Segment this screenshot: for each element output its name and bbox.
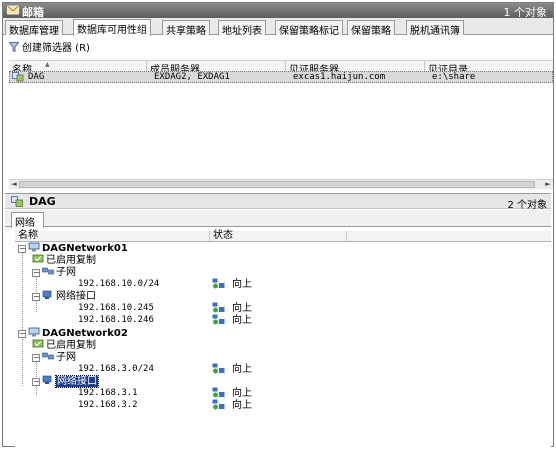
status-cell: 向上 — [212, 387, 252, 399]
status-cell: 向上 — [212, 302, 252, 314]
replication-icon — [32, 254, 44, 263]
tab-address-lists[interactable]: 地址列表 — [218, 20, 266, 37]
tree-node-label: 已启用复制 — [46, 340, 96, 351]
status-label: 向上 — [232, 315, 252, 326]
create-filter-button[interactable]: 创建筛选器 (R) — [9, 39, 90, 54]
details-pane-header: DAG 2 个对象 — [5, 193, 551, 211]
tab-sharing-policies[interactable]: 共享策略 — [162, 20, 210, 37]
tree-node-network-interfaces[interactable]: − 网络接口 — [32, 290, 96, 302]
tree-node-subnet[interactable]: − 子网 — [32, 351, 76, 363]
collapse-toggle-icon[interactable]: − — [32, 293, 40, 301]
tree-connector — [22, 334, 23, 386]
tab-database-management[interactable]: 数据库管理 — [5, 20, 63, 37]
status-label: 向上 — [232, 303, 252, 314]
network-interface-icon — [42, 375, 52, 384]
network-status-up-icon — [212, 387, 225, 398]
subnet-icon — [42, 352, 54, 360]
title-bar: 邮箱 1 个对象 — [3, 3, 553, 19]
network-status-up-icon — [212, 399, 225, 410]
network-status-up-icon — [212, 363, 225, 374]
dag-icon — [12, 72, 24, 82]
tree-node-label-selected: 网络接口 — [55, 375, 99, 388]
tree-node-replication-enabled[interactable]: 已启用复制 — [32, 339, 96, 351]
tab-retention-policy-tags[interactable]: 保留策略标记 — [275, 20, 343, 37]
tree-node-network-interfaces[interactable]: − 网络接口 — [32, 375, 99, 388]
collapse-toggle-icon[interactable]: − — [32, 354, 40, 362]
witness-server-cell: excas1.haijun.com — [293, 72, 386, 82]
network-interface-icon — [42, 290, 52, 299]
status-label: 向上 — [232, 388, 252, 399]
network-tree-header: 名称 状态 — [15, 231, 551, 242]
column-header-status[interactable]: 状态 — [210, 231, 347, 241]
tree-node-interface-address[interactable]: 192.168.10.246 — [78, 314, 154, 326]
dag-name-cell: DAG — [28, 72, 45, 82]
tree-node-subnet-address[interactable]: 192.168.3.0/24 — [78, 363, 154, 375]
collapse-toggle-icon[interactable]: − — [18, 330, 26, 338]
tree-node-label: DAGNetwork01 — [42, 243, 128, 254]
column-header-empty — [347, 231, 551, 241]
tab-strip: 数据库管理 数据库可用性组 共享策略 地址列表 保留策略标记 保留策略 脱机通讯… — [3, 18, 553, 37]
status-cell: 向上 — [212, 314, 252, 326]
tree-node-dagnetwork02[interactable]: − DAGNetwork02 — [18, 327, 128, 339]
tree-node-interface-address[interactable]: 192.168.3.1 — [78, 387, 138, 399]
scroll-right-icon[interactable]: ► — [543, 180, 553, 189]
sort-ascending-icon: ▲ — [45, 61, 50, 68]
tab-retention-policies[interactable]: 保留策略 — [347, 20, 395, 37]
column-header-tree-name[interactable]: 名称 — [15, 231, 210, 241]
network-status-up-icon — [212, 314, 225, 325]
replication-icon — [32, 339, 44, 348]
tree-connector — [22, 250, 23, 334]
status-label: 向上 — [232, 400, 252, 411]
tree-node-interface-address[interactable]: 192.168.10.245 — [78, 302, 154, 314]
tree-node-label: 网络接口 — [56, 291, 96, 302]
create-filter-label: 创建筛选器 (R) — [22, 43, 90, 54]
status-cell: 向上 — [212, 399, 252, 411]
tree-node-label: DAGNetwork02 — [42, 328, 128, 339]
collapse-toggle-icon[interactable]: − — [32, 378, 40, 386]
tree-node-label: 子网 — [56, 352, 76, 363]
witness-dir-cell: e:\share — [432, 72, 476, 82]
tree-node-replication-enabled[interactable]: 已启用复制 — [32, 254, 96, 266]
dag-icon — [11, 196, 23, 207]
tree-node-dagnetwork01[interactable]: − DAGNetwork01 — [18, 242, 128, 254]
tree-node-label: 已启用复制 — [46, 255, 96, 266]
members-cell: EXDAG2, EXDAG1 — [154, 72, 230, 82]
tab-database-availability-group[interactable]: 数据库可用性组 — [73, 19, 151, 36]
tree-node-subnet[interactable]: − 子网 — [32, 266, 76, 278]
table-row[interactable]: DAG EXDAG2, EXDAG1 excas1.haijun.com e:\… — [9, 71, 553, 83]
tab-network[interactable]: 网络 — [11, 212, 44, 229]
status-cell: 向上 — [212, 278, 252, 290]
details-tab-strip: 网络 — [5, 210, 551, 229]
collapse-toggle-icon[interactable]: − — [18, 245, 26, 253]
network-tree: − DAGNetwork01 已启用复制 − 子网 192.168.10.0/24 … — [15, 242, 551, 447]
tab-offline-address-book[interactable]: 脱机通讯簿 — [406, 20, 464, 37]
tree-node-subnet-address[interactable]: 192.168.10.0/24 — [78, 278, 159, 290]
toolbar: 创建筛选器 (R) — [3, 36, 553, 54]
mailbox-console-window: 邮箱 1 个对象 数据库管理 数据库可用性组 共享策略 地址列表 保留策略标记 … — [2, 2, 554, 447]
scrollbar-thumb[interactable] — [19, 181, 535, 188]
horizontal-scrollbar[interactable]: ◄ ► — [9, 179, 553, 189]
status-cell: 向上 — [212, 363, 252, 375]
collapse-toggle-icon[interactable]: − — [32, 269, 40, 277]
network-icon — [28, 242, 40, 252]
network-status-up-icon — [212, 278, 225, 289]
tree-node-label: 子网 — [56, 267, 76, 278]
mailbox-icon — [7, 5, 19, 15]
filter-icon — [9, 42, 19, 52]
dag-list — [9, 72, 553, 189]
network-status-up-icon — [212, 302, 225, 313]
scroll-left-icon[interactable]: ◄ — [9, 180, 19, 189]
subnet-icon — [42, 267, 54, 275]
status-label: 向上 — [232, 279, 252, 290]
network-icon — [28, 327, 40, 337]
tree-node-interface-address[interactable]: 192.168.3.2 — [78, 399, 138, 411]
details-object-count: 2 个对象 — [507, 200, 547, 211]
details-title: DAG — [29, 195, 56, 208]
status-label: 向上 — [232, 364, 252, 375]
